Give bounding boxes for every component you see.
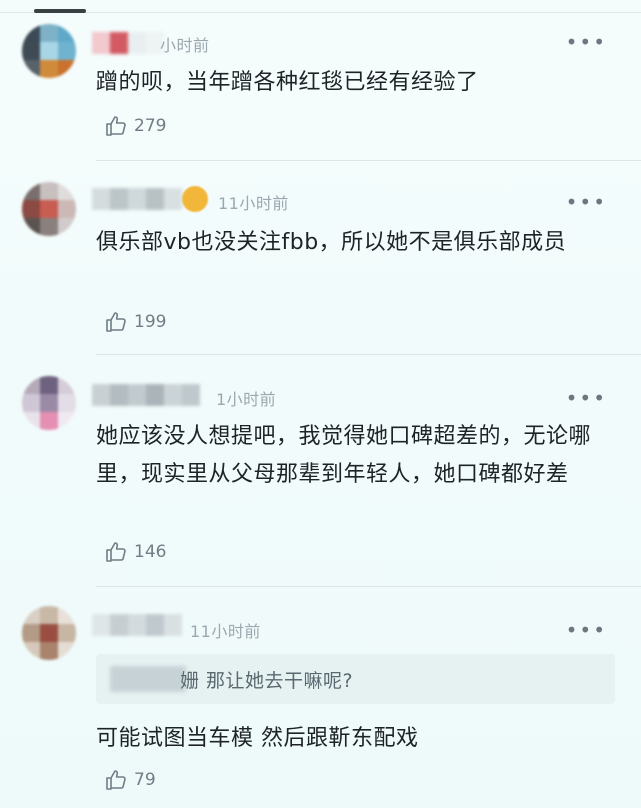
username-blurred[interactable]	[92, 384, 200, 408]
username-blurred[interactable]	[92, 614, 182, 638]
active-tab-indicator	[34, 9, 86, 13]
username-blurred[interactable]	[92, 32, 164, 56]
like-count: 279	[134, 116, 167, 136]
emoji-icon	[182, 186, 208, 212]
more-dots-icon[interactable]: •••	[566, 32, 607, 52]
avatar[interactable]	[22, 376, 76, 430]
quoted-reply[interactable]: 姗 那让她去干嘛呢?	[96, 654, 615, 704]
avatar[interactable]	[22, 24, 76, 78]
comment-time: 小时前	[160, 36, 210, 55]
thumbs-up-icon	[104, 310, 128, 334]
comment-divider	[96, 586, 641, 587]
more-dots-icon[interactable]: •••	[566, 388, 607, 408]
comment-text: 蹭的呗，当年蹭各种红毯已经有经验了	[96, 70, 479, 95]
more-dots-icon[interactable]: •••	[566, 192, 607, 212]
quoted-username-blurred	[110, 666, 186, 692]
like-button[interactable]: 146	[104, 540, 166, 564]
avatar[interactable]	[22, 182, 76, 236]
like-button[interactable]: 279	[104, 114, 166, 138]
avatar[interactable]	[22, 606, 76, 660]
comment-divider	[96, 354, 641, 355]
comment-time: 11小时前	[190, 622, 261, 641]
comment-time: 1小时前	[216, 390, 277, 409]
username-blurred[interactable]	[92, 188, 182, 212]
top-divider	[0, 12, 641, 13]
quoted-reply-text: 姗 那让她去干嘛呢?	[180, 670, 354, 692]
like-count: 79	[134, 770, 156, 790]
comment-divider	[96, 160, 641, 161]
comment-text: 她应该没人想提吧，我觉得她口碑超差的，无论哪里，现实里从父母那辈到年轻人，她口碑…	[96, 424, 592, 487]
like-count: 146	[134, 542, 167, 562]
comment-time: 11小时前	[218, 194, 289, 213]
comment-text: 可能试图当车模 然后跟靳东配戏	[96, 726, 419, 751]
like-button[interactable]: 199	[104, 310, 166, 334]
more-dots-icon[interactable]: •••	[566, 620, 607, 640]
thumbs-up-icon	[104, 114, 128, 138]
thumbs-up-icon	[104, 540, 128, 564]
comment-text: 俱乐部vb也没关注fbb，所以她不是俱乐部成员	[96, 230, 567, 255]
like-count: 199	[134, 312, 167, 332]
like-button[interactable]: 79	[104, 768, 156, 792]
comment-list-page: 小时前 ••• 蹭的呗，当年蹭各种红毯已经有经验了 279 11小时前 ••• …	[0, 0, 641, 808]
thumbs-up-icon	[104, 768, 128, 792]
